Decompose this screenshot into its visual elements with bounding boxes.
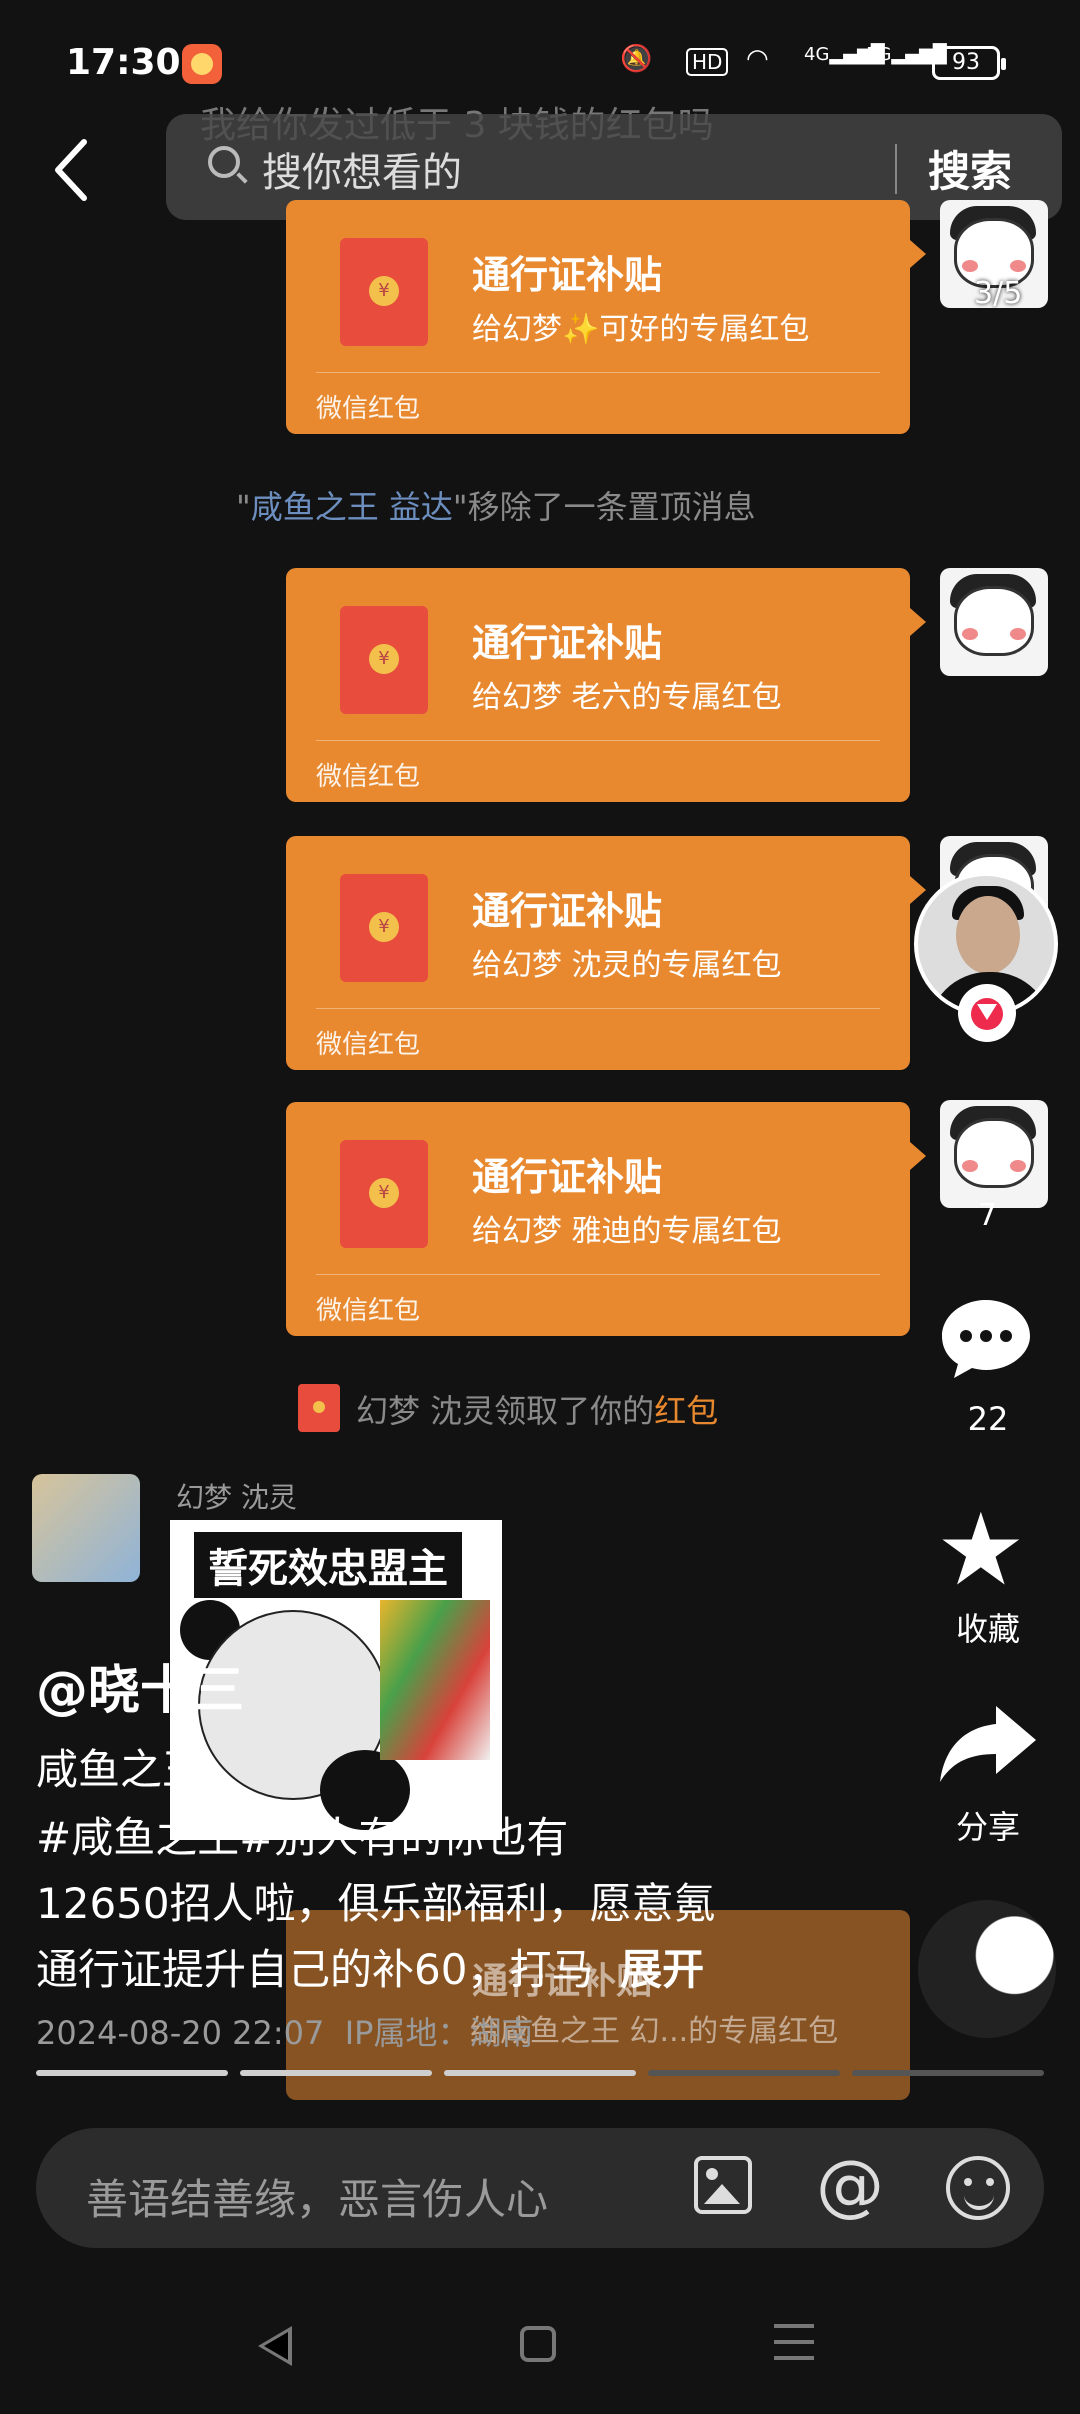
divider — [316, 1008, 880, 1009]
progress-segment — [240, 2070, 432, 2076]
star-icon[interactable]: ★ — [936, 1500, 1026, 1600]
favorite-label: 收藏 — [955, 1610, 1020, 1648]
post-text-line: 通行证提升自己的补60，打马 展开 — [36, 1945, 705, 1994]
packet-subtitle: 给幻梦✨可好的专属红包 — [472, 312, 810, 347]
red-packet-message[interactable]: 通行证补贴 给幻梦 雅迪的专属红包 微信红包 — [286, 1102, 926, 1336]
sender-avatar[interactable] — [32, 1474, 140, 1582]
red-envelope-icon — [340, 606, 428, 714]
post-text-line: #咸鱼之王#别人有的你也有 — [36, 1813, 569, 1862]
back-arrow-icon[interactable] — [44, 130, 104, 210]
red-packet-message[interactable]: 通行证补贴 给幻梦✨可好的专属红包 微信红包 — [286, 200, 926, 434]
post-author[interactable]: @晓十三 — [36, 1648, 244, 1723]
search-icon — [208, 146, 240, 178]
system-message: "咸鱼之王 益达"移除了一条置顶消息 — [236, 488, 756, 526]
packet-title: 通行证补贴 — [472, 253, 663, 297]
music-disc-icon[interactable] — [918, 1900, 1056, 2038]
sticker-caption: 誓死效忠盟主 — [194, 1532, 462, 1598]
packet-subtitle: 给幻梦 老六的专属红包 — [472, 680, 782, 715]
emoji-icon[interactable] — [946, 2156, 1010, 2220]
red-packet-message[interactable]: 通行证补贴 给幻梦 沈灵的专属红包 微信红包 — [286, 836, 926, 1070]
packet-title: 通行证补贴 — [472, 889, 663, 933]
share-icon[interactable] — [936, 1702, 1040, 1786]
packet-footer: 微信红包 — [316, 1296, 421, 1326]
progress-segment — [648, 2070, 840, 2076]
packet-subtitle: 给幻梦 雅迪的专属红包 — [472, 1214, 782, 1249]
hd-icon: HD — [686, 48, 729, 76]
red-envelope-icon — [298, 1384, 340, 1432]
mute-icon: 🔕 — [620, 44, 653, 74]
packet-title: 通行证补贴 — [472, 621, 663, 665]
comment-input[interactable]: 善语结善缘，恶言伤人心 — [86, 2166, 548, 2227]
comment-count: 22 — [967, 1400, 1009, 1438]
packet-footer: 微信红包 — [316, 394, 421, 424]
post-meta: 2024-08-20 22:07 IP属地：湖南 — [36, 2014, 534, 2052]
expand-button[interactable]: 展开 — [620, 1945, 704, 1994]
search-divider — [895, 144, 897, 194]
progress-segment — [852, 2070, 1044, 2076]
divider — [316, 372, 880, 373]
image-counter: 3/5 — [974, 276, 1023, 311]
like-count: 7 — [978, 1198, 998, 1233]
progress-segment — [444, 2070, 636, 2076]
nav-home-icon[interactable] — [520, 2326, 556, 2362]
follow-button[interactable] — [958, 984, 1016, 1042]
divider — [316, 1274, 880, 1275]
divider — [316, 740, 880, 741]
progress-segment — [36, 2070, 228, 2076]
post-text-line: 12650招人啦，俱乐部福利，愿意氪 — [36, 1879, 716, 1928]
search-button[interactable]: 搜索 — [928, 138, 1012, 199]
post-text-line: 咸鱼之王 — [36, 1745, 205, 1794]
red-envelope-icon — [340, 238, 428, 346]
comment-icon[interactable] — [938, 1296, 1034, 1382]
app-notification-icon — [182, 44, 222, 84]
mention-icon[interactable]: @ — [816, 2146, 884, 2225]
nav-menu-icon[interactable] — [774, 2324, 814, 2364]
red-envelope-icon — [340, 1140, 428, 1248]
nav-back-icon[interactable] — [258, 2326, 292, 2366]
packet-title: 通行证补贴 — [472, 1155, 663, 1199]
red-envelope-icon — [340, 874, 428, 982]
packet-subtitle: 给幻梦 沈灵的专属红包 — [472, 948, 782, 983]
search-input[interactable]: 搜你想看的 — [262, 140, 462, 198]
sender-avatar[interactable] — [940, 1100, 1048, 1208]
sender-avatar[interactable] — [940, 568, 1048, 676]
system-message-name[interactable]: 咸鱼之王 益达 — [251, 488, 453, 526]
status-time: 17:30 — [66, 42, 181, 83]
share-label: 分享 — [955, 1808, 1020, 1846]
battery-icon: 93 — [932, 46, 1006, 80]
receive-message: 幻梦 沈灵领取了你的红包 — [356, 1392, 719, 1430]
wifi-icon: ◠ — [746, 44, 769, 74]
image-icon[interactable] — [694, 2156, 752, 2214]
packet-footer: 微信红包 — [316, 1030, 421, 1060]
packet-footer: 微信红包 — [316, 762, 421, 792]
sender-name: 幻梦 沈灵 — [176, 1481, 297, 1514]
red-packet-message[interactable]: 通行证补贴 给幻梦 老六的专属红包 微信红包 — [286, 568, 926, 802]
